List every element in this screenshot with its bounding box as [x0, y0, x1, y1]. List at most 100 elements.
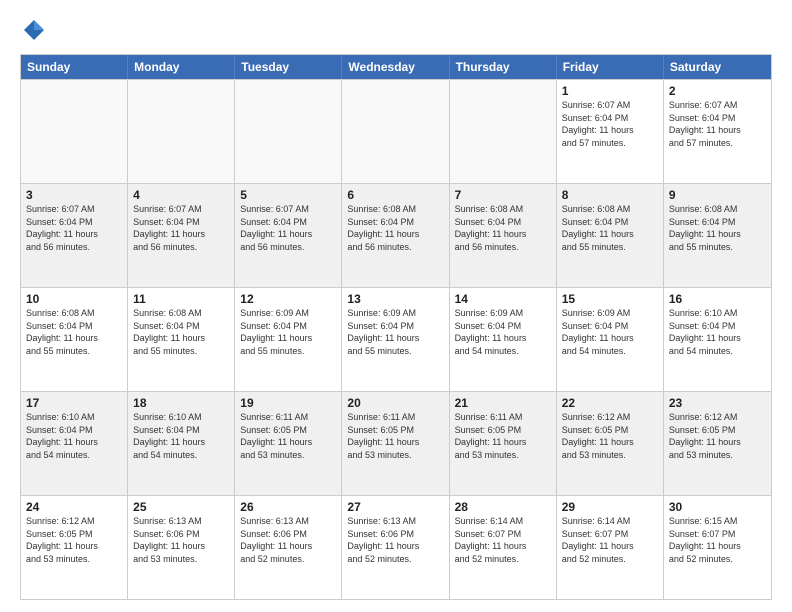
calendar-cell: 16Sunrise: 6:10 AM Sunset: 6:04 PM Dayli… — [664, 288, 771, 391]
calendar-cell: 30Sunrise: 6:15 AM Sunset: 6:07 PM Dayli… — [664, 496, 771, 599]
calendar-cell: 2Sunrise: 6:07 AM Sunset: 6:04 PM Daylig… — [664, 80, 771, 183]
day-info: Sunrise: 6:10 AM Sunset: 6:04 PM Dayligh… — [26, 411, 122, 461]
day-info: Sunrise: 6:07 AM Sunset: 6:04 PM Dayligh… — [240, 203, 336, 253]
calendar-cell: 20Sunrise: 6:11 AM Sunset: 6:05 PM Dayli… — [342, 392, 449, 495]
calendar-cell: 12Sunrise: 6:09 AM Sunset: 6:04 PM Dayli… — [235, 288, 342, 391]
day-number: 18 — [133, 396, 229, 410]
day-info: Sunrise: 6:12 AM Sunset: 6:05 PM Dayligh… — [562, 411, 658, 461]
calendar-cell: 22Sunrise: 6:12 AM Sunset: 6:05 PM Dayli… — [557, 392, 664, 495]
day-number: 25 — [133, 500, 229, 514]
day-number: 27 — [347, 500, 443, 514]
calendar-row: 3Sunrise: 6:07 AM Sunset: 6:04 PM Daylig… — [21, 183, 771, 287]
day-number: 23 — [669, 396, 766, 410]
day-number: 5 — [240, 188, 336, 202]
day-number: 12 — [240, 292, 336, 306]
calendar-cell: 25Sunrise: 6:13 AM Sunset: 6:06 PM Dayli… — [128, 496, 235, 599]
day-info: Sunrise: 6:11 AM Sunset: 6:05 PM Dayligh… — [347, 411, 443, 461]
day-info: Sunrise: 6:08 AM Sunset: 6:04 PM Dayligh… — [133, 307, 229, 357]
calendar-row: 10Sunrise: 6:08 AM Sunset: 6:04 PM Dayli… — [21, 287, 771, 391]
day-number: 21 — [455, 396, 551, 410]
day-number: 3 — [26, 188, 122, 202]
calendar-cell: 8Sunrise: 6:08 AM Sunset: 6:04 PM Daylig… — [557, 184, 664, 287]
day-number: 16 — [669, 292, 766, 306]
calendar-cell: 19Sunrise: 6:11 AM Sunset: 6:05 PM Dayli… — [235, 392, 342, 495]
day-info: Sunrise: 6:07 AM Sunset: 6:04 PM Dayligh… — [669, 99, 766, 149]
day-number: 14 — [455, 292, 551, 306]
day-info: Sunrise: 6:07 AM Sunset: 6:04 PM Dayligh… — [26, 203, 122, 253]
calendar-cell: 4Sunrise: 6:07 AM Sunset: 6:04 PM Daylig… — [128, 184, 235, 287]
calendar-cell: 18Sunrise: 6:10 AM Sunset: 6:04 PM Dayli… — [128, 392, 235, 495]
day-info: Sunrise: 6:09 AM Sunset: 6:04 PM Dayligh… — [240, 307, 336, 357]
weekday-header: Monday — [128, 55, 235, 79]
calendar-cell — [450, 80, 557, 183]
day-info: Sunrise: 6:14 AM Sunset: 6:07 PM Dayligh… — [455, 515, 551, 565]
day-info: Sunrise: 6:12 AM Sunset: 6:05 PM Dayligh… — [26, 515, 122, 565]
day-info: Sunrise: 6:08 AM Sunset: 6:04 PM Dayligh… — [347, 203, 443, 253]
calendar-cell: 28Sunrise: 6:14 AM Sunset: 6:07 PM Dayli… — [450, 496, 557, 599]
page: SundayMondayTuesdayWednesdayThursdayFrid… — [0, 0, 792, 612]
day-info: Sunrise: 6:14 AM Sunset: 6:07 PM Dayligh… — [562, 515, 658, 565]
day-number: 29 — [562, 500, 658, 514]
day-number: 8 — [562, 188, 658, 202]
day-info: Sunrise: 6:15 AM Sunset: 6:07 PM Dayligh… — [669, 515, 766, 565]
weekday-header: Saturday — [664, 55, 771, 79]
day-info: Sunrise: 6:13 AM Sunset: 6:06 PM Dayligh… — [240, 515, 336, 565]
calendar-cell: 6Sunrise: 6:08 AM Sunset: 6:04 PM Daylig… — [342, 184, 449, 287]
weekday-header: Wednesday — [342, 55, 449, 79]
calendar-cell — [128, 80, 235, 183]
day-info: Sunrise: 6:08 AM Sunset: 6:04 PM Dayligh… — [26, 307, 122, 357]
calendar-cell: 7Sunrise: 6:08 AM Sunset: 6:04 PM Daylig… — [450, 184, 557, 287]
calendar-cell: 5Sunrise: 6:07 AM Sunset: 6:04 PM Daylig… — [235, 184, 342, 287]
calendar-cell: 14Sunrise: 6:09 AM Sunset: 6:04 PM Dayli… — [450, 288, 557, 391]
day-info: Sunrise: 6:07 AM Sunset: 6:04 PM Dayligh… — [133, 203, 229, 253]
weekday-header: Tuesday — [235, 55, 342, 79]
day-info: Sunrise: 6:11 AM Sunset: 6:05 PM Dayligh… — [240, 411, 336, 461]
calendar-row: 24Sunrise: 6:12 AM Sunset: 6:05 PM Dayli… — [21, 495, 771, 599]
calendar-cell: 3Sunrise: 6:07 AM Sunset: 6:04 PM Daylig… — [21, 184, 128, 287]
calendar-cell — [342, 80, 449, 183]
weekday-header: Thursday — [450, 55, 557, 79]
calendar-cell — [235, 80, 342, 183]
weekday-header: Sunday — [21, 55, 128, 79]
day-info: Sunrise: 6:09 AM Sunset: 6:04 PM Dayligh… — [562, 307, 658, 357]
day-number: 2 — [669, 84, 766, 98]
day-info: Sunrise: 6:08 AM Sunset: 6:04 PM Dayligh… — [669, 203, 766, 253]
day-info: Sunrise: 6:09 AM Sunset: 6:04 PM Dayligh… — [347, 307, 443, 357]
day-info: Sunrise: 6:08 AM Sunset: 6:04 PM Dayligh… — [455, 203, 551, 253]
weekday-header: Friday — [557, 55, 664, 79]
day-info: Sunrise: 6:13 AM Sunset: 6:06 PM Dayligh… — [133, 515, 229, 565]
calendar-body: 1Sunrise: 6:07 AM Sunset: 6:04 PM Daylig… — [21, 79, 771, 599]
day-number: 17 — [26, 396, 122, 410]
day-info: Sunrise: 6:12 AM Sunset: 6:05 PM Dayligh… — [669, 411, 766, 461]
day-number: 20 — [347, 396, 443, 410]
day-number: 10 — [26, 292, 122, 306]
calendar-cell: 26Sunrise: 6:13 AM Sunset: 6:06 PM Dayli… — [235, 496, 342, 599]
calendar-cell: 21Sunrise: 6:11 AM Sunset: 6:05 PM Dayli… — [450, 392, 557, 495]
calendar-cell: 27Sunrise: 6:13 AM Sunset: 6:06 PM Dayli… — [342, 496, 449, 599]
calendar-cell: 13Sunrise: 6:09 AM Sunset: 6:04 PM Dayli… — [342, 288, 449, 391]
calendar-cell: 29Sunrise: 6:14 AM Sunset: 6:07 PM Dayli… — [557, 496, 664, 599]
day-number: 4 — [133, 188, 229, 202]
day-number: 11 — [133, 292, 229, 306]
day-number: 9 — [669, 188, 766, 202]
day-info: Sunrise: 6:07 AM Sunset: 6:04 PM Dayligh… — [562, 99, 658, 149]
calendar-cell — [21, 80, 128, 183]
calendar-cell: 9Sunrise: 6:08 AM Sunset: 6:04 PM Daylig… — [664, 184, 771, 287]
logo — [20, 16, 52, 44]
day-number: 24 — [26, 500, 122, 514]
day-info: Sunrise: 6:10 AM Sunset: 6:04 PM Dayligh… — [669, 307, 766, 357]
day-number: 28 — [455, 500, 551, 514]
day-number: 26 — [240, 500, 336, 514]
day-number: 1 — [562, 84, 658, 98]
logo-icon — [20, 16, 48, 44]
day-info: Sunrise: 6:10 AM Sunset: 6:04 PM Dayligh… — [133, 411, 229, 461]
day-info: Sunrise: 6:11 AM Sunset: 6:05 PM Dayligh… — [455, 411, 551, 461]
calendar-row: 1Sunrise: 6:07 AM Sunset: 6:04 PM Daylig… — [21, 79, 771, 183]
calendar-cell: 11Sunrise: 6:08 AM Sunset: 6:04 PM Dayli… — [128, 288, 235, 391]
calendar-cell: 17Sunrise: 6:10 AM Sunset: 6:04 PM Dayli… — [21, 392, 128, 495]
calendar-cell: 1Sunrise: 6:07 AM Sunset: 6:04 PM Daylig… — [557, 80, 664, 183]
calendar-header: SundayMondayTuesdayWednesdayThursdayFrid… — [21, 55, 771, 79]
day-number: 19 — [240, 396, 336, 410]
calendar-cell: 10Sunrise: 6:08 AM Sunset: 6:04 PM Dayli… — [21, 288, 128, 391]
calendar-row: 17Sunrise: 6:10 AM Sunset: 6:04 PM Dayli… — [21, 391, 771, 495]
